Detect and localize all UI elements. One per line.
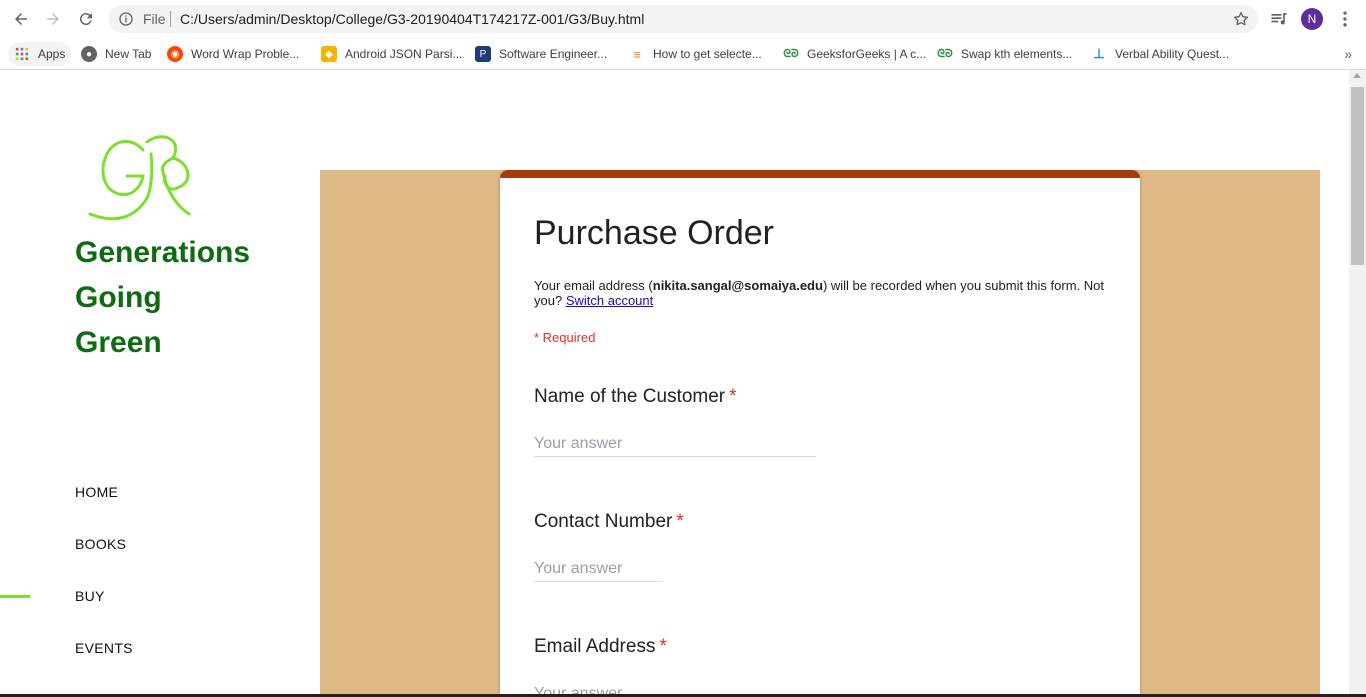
bookmark-star-icon[interactable] bbox=[1232, 10, 1250, 28]
bookmarks-bar: Apps ● New Tab ◉ Word Wrap Proble... ◆ A… bbox=[0, 38, 1366, 70]
bookmark-label: Swap kth elements... bbox=[961, 47, 1073, 61]
required-asterisk: * bbox=[729, 386, 737, 407]
nav-buy[interactable]: BUY bbox=[75, 588, 105, 604]
question-label-email-address: Email Address * bbox=[534, 636, 667, 658]
stackoverflow-icon: ≡ bbox=[633, 46, 641, 62]
gfg-icon: ᘓᘐ bbox=[937, 47, 953, 60]
apps-grid-icon bbox=[14, 46, 30, 62]
bookmark-label: Word Wrap Proble... bbox=[191, 47, 300, 61]
question-text: Email Address bbox=[534, 636, 656, 657]
question-text: Contact Number bbox=[534, 511, 673, 532]
page-scrollbar[interactable] bbox=[1349, 70, 1366, 697]
bookmark-yellow-icon: ◆ bbox=[321, 46, 337, 62]
back-icon[interactable] bbox=[9, 7, 33, 31]
nav-books[interactable]: BOOKS bbox=[75, 536, 126, 552]
gfg-icon: ᘓᘐ bbox=[783, 47, 799, 60]
bookmark-swap-kth[interactable]: ᘓᘐ Swap kth elements... bbox=[937, 42, 1072, 66]
contact-number-input[interactable] bbox=[534, 556, 662, 582]
required-note: * Required bbox=[534, 330, 596, 345]
bookmark-android-json[interactable]: ◆ Android JSON Parsi... bbox=[321, 42, 462, 66]
required-asterisk: * bbox=[659, 636, 667, 657]
brand-line: Going bbox=[75, 281, 162, 314]
info-icon[interactable] bbox=[118, 11, 134, 27]
bookmark-verbal-ability[interactable]: ⊥ Verbal Ability Quest... bbox=[1091, 42, 1229, 66]
g3-logo bbox=[88, 135, 191, 221]
bookmark-label: Apps bbox=[38, 47, 66, 61]
site-brand: Generations Going Green bbox=[75, 230, 250, 365]
bookmark-apps[interactable]: Apps bbox=[8, 42, 72, 66]
bookmark-label: GeeksforGeeks | A c... bbox=[807, 47, 927, 61]
brand-line: Green bbox=[75, 326, 162, 359]
bookmark-new-tab[interactable]: ● New Tab bbox=[81, 42, 151, 66]
profile-avatar[interactable]: N bbox=[1301, 8, 1323, 30]
form-header-bar bbox=[500, 170, 1140, 178]
form-title: Purchase Order bbox=[534, 214, 774, 252]
divider bbox=[170, 11, 171, 27]
bookmark-how-to-get[interactable]: ≡ How to get selecte... bbox=[629, 42, 762, 66]
bookmark-word-wrap[interactable]: ◉ Word Wrap Proble... bbox=[167, 42, 299, 66]
bookmark-software-engineer[interactable]: P Software Engineer... bbox=[475, 42, 607, 66]
url-scheme-label: File bbox=[143, 11, 166, 27]
email-notice: Your email address (nikita.sangal@somaiy… bbox=[534, 278, 1114, 308]
scroll-up-arrow-icon[interactable] bbox=[1353, 73, 1361, 78]
globe-icon: ● bbox=[81, 46, 97, 62]
brand-line: Generations bbox=[75, 236, 251, 269]
active-nav-indicator bbox=[0, 595, 30, 598]
browser-toolbar: File C:/Users/admin/Desktop/College/G3-2… bbox=[0, 0, 1366, 38]
bookmark-label: How to get selecte... bbox=[653, 47, 762, 61]
customer-name-input[interactable] bbox=[534, 431, 816, 457]
forward-icon[interactable] bbox=[41, 7, 65, 31]
address-bar[interactable]: File C:/Users/admin/Desktop/College/G3-2… bbox=[108, 5, 1258, 33]
indiabix-icon: ⊥ bbox=[1093, 46, 1105, 61]
media-controls-icon[interactable] bbox=[1269, 9, 1289, 29]
purchase-order-form: Purchase Order Your email address (nikit… bbox=[500, 170, 1140, 697]
page-viewport: Generations Going Green HOME BOOKS BUY E… bbox=[0, 70, 1349, 697]
url-text[interactable]: C:/Users/admin/Desktop/College/G3-201904… bbox=[180, 11, 644, 27]
reddit-icon: ◉ bbox=[167, 46, 183, 62]
bookmark-label: Verbal Ability Quest... bbox=[1115, 47, 1230, 61]
question-label-contact-number: Contact Number * bbox=[534, 511, 684, 533]
kebab-menu-icon[interactable] bbox=[1335, 9, 1355, 29]
p-badge-icon: P bbox=[475, 46, 491, 62]
question-label-customer-name: Name of the Customer * bbox=[534, 386, 737, 408]
bookmark-label: Software Engineer... bbox=[499, 47, 608, 61]
chevron-double-right-icon[interactable]: » bbox=[1344, 46, 1352, 62]
bookmark-geeksforgeeks[interactable]: ᘓᘐ GeeksforGeeks | A c... bbox=[783, 42, 926, 66]
nav-home[interactable]: HOME bbox=[75, 484, 118, 500]
email-notice-prefix: Your email address ( bbox=[534, 278, 653, 293]
nav-events[interactable]: EVENTS bbox=[75, 640, 133, 656]
reload-icon[interactable] bbox=[74, 7, 98, 31]
required-asterisk: * bbox=[676, 511, 684, 532]
account-email: nikita.sangal@somaiya.edu bbox=[652, 278, 823, 293]
bookmark-label: New Tab bbox=[105, 47, 152, 61]
bookmark-label: Android JSON Parsi... bbox=[345, 47, 463, 61]
switch-account-link[interactable]: Switch account bbox=[566, 293, 653, 308]
scrollbar-thumb[interactable] bbox=[1351, 87, 1364, 265]
question-text: Name of the Customer bbox=[534, 386, 726, 407]
